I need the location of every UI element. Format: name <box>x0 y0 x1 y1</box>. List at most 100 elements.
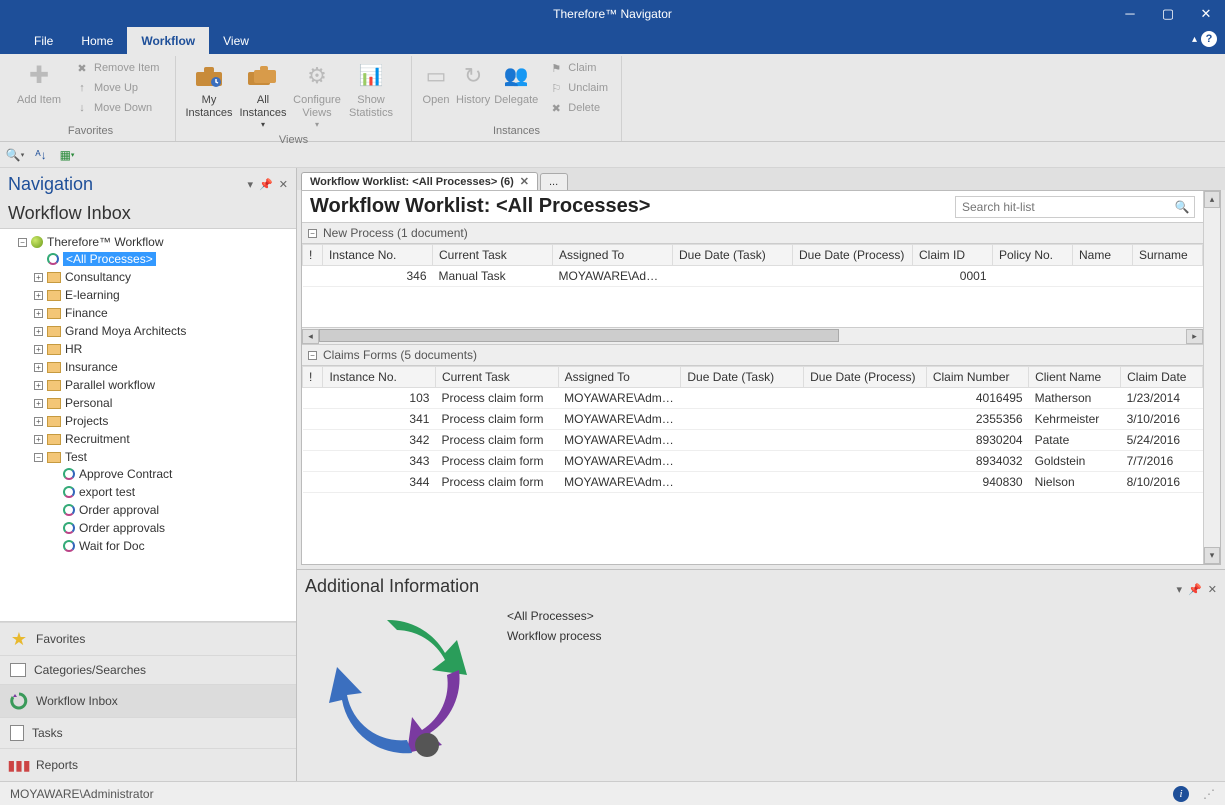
history-button[interactable]: ↻ History <box>454 58 492 109</box>
pin-icon[interactable]: 📌 <box>1188 583 1202 596</box>
column-header[interactable]: Due Date (Task) <box>681 367 804 388</box>
search-icon[interactable]: 🔍 <box>1170 200 1194 214</box>
filter-icon[interactable]: ᴬ↓ <box>32 146 50 164</box>
expand-icon[interactable]: + <box>34 399 43 408</box>
pane-dropdown-icon[interactable]: ▾ <box>1177 583 1183 596</box>
scroll-up-icon[interactable]: ▴ <box>1204 191 1220 208</box>
document-tab-overflow[interactable]: ... <box>540 173 568 190</box>
move-down-button[interactable]: ↓Move Down <box>70 98 163 118</box>
scroll-down-icon[interactable]: ▾ <box>1204 547 1220 564</box>
table-row[interactable]: 344Process claim formMOYAWARE\Admini...9… <box>303 472 1203 493</box>
collapse-icon[interactable]: − <box>18 238 27 247</box>
close-pane-icon[interactable]: ✕ <box>1208 583 1217 596</box>
column-header[interactable]: Current Task <box>433 245 553 266</box>
tree-workflow[interactable]: Order approval <box>48 502 296 518</box>
horizontal-scrollbar[interactable]: ◂ ▸ <box>302 327 1203 344</box>
search-input[interactable] <box>956 200 1170 214</box>
column-header[interactable]: Name <box>1073 245 1133 266</box>
tree-folder[interactable]: +Personal <box>32 395 296 411</box>
pane-dropdown-icon[interactable]: ▾ <box>248 178 254 191</box>
search-box[interactable]: 🔍 <box>955 196 1195 218</box>
open-button[interactable]: ▭ Open <box>418 58 454 109</box>
menu-home[interactable]: Home <box>67 27 127 54</box>
group-new-process[interactable]: −New Process (1 document) <box>302 222 1203 244</box>
add-item-button[interactable]: ✚ Add Item <box>12 58 66 109</box>
table-row[interactable]: 103Process claim formMOYAWARE\Admini...4… <box>303 388 1203 409</box>
collapse-icon[interactable]: − <box>308 229 317 238</box>
ribbon-collapse-help[interactable]: ▴ ? <box>1192 31 1217 47</box>
remove-item-button[interactable]: ✖Remove Item <box>70 58 163 78</box>
tree-all-processes[interactable]: <All Processes> <box>32 251 296 267</box>
close-button[interactable]: ✕ <box>1187 0 1225 27</box>
grid-new-process[interactable]: !Instance No.Current TaskAssigned ToDue … <box>302 244 1203 287</box>
maximize-button[interactable]: ▢ <box>1149 0 1187 27</box>
column-header[interactable]: Claim Number <box>926 367 1028 388</box>
tree-folder[interactable]: +Recruitment <box>32 431 296 447</box>
column-header[interactable]: Client Name <box>1029 367 1121 388</box>
nav-favorites[interactable]: ★Favorites <box>0 622 296 655</box>
column-header[interactable]: Claim ID <box>913 245 993 266</box>
info-icon[interactable]: i <box>1173 786 1189 802</box>
column-header[interactable]: Assigned To <box>553 245 673 266</box>
table-row[interactable]: 346Manual TaskMOYAWARE\Admini...0001 <box>303 266 1203 287</box>
nav-reports[interactable]: ▮▮▮Reports <box>0 748 296 781</box>
menu-workflow[interactable]: Workflow <box>127 27 209 54</box>
help-icon[interactable]: ? <box>1201 31 1217 47</box>
export-icon[interactable]: ▦▾ <box>58 146 76 164</box>
column-header[interactable]: Instance No. <box>323 367 436 388</box>
scroll-left-icon[interactable]: ◂ <box>302 329 319 344</box>
tree-workflow[interactable]: Order approvals <box>48 520 296 536</box>
search-icon[interactable]: 🔍▾ <box>6 146 24 164</box>
expand-icon[interactable]: + <box>34 363 43 372</box>
column-header[interactable]: Due Date (Process) <box>793 245 913 266</box>
expand-icon[interactable]: + <box>34 273 43 282</box>
column-header[interactable]: Assigned To <box>558 367 681 388</box>
expand-icon[interactable]: + <box>34 291 43 300</box>
menu-file[interactable]: File <box>20 27 67 54</box>
close-pane-icon[interactable]: ✕ <box>279 178 288 191</box>
column-header[interactable]: Due Date (Process) <box>804 367 927 388</box>
expand-icon[interactable]: + <box>34 327 43 336</box>
nav-tasks[interactable]: Tasks <box>0 717 296 748</box>
tree-root[interactable]: − Therefore™ Workflow <box>16 234 296 250</box>
grid-claims-forms[interactable]: !Instance No.Current TaskAssigned ToDue … <box>302 366 1203 493</box>
tree-folder[interactable]: +HR <box>32 341 296 357</box>
column-header[interactable]: Surname <box>1133 245 1203 266</box>
minimize-button[interactable]: ─ <box>1111 0 1149 27</box>
column-header[interactable]: Claim Date <box>1121 367 1203 388</box>
tree-folder[interactable]: −Test <box>32 449 296 465</box>
table-row[interactable]: 343Process claim formMOYAWARE\Admini...8… <box>303 451 1203 472</box>
column-header[interactable]: ! <box>303 367 323 388</box>
collapse-icon[interactable]: − <box>308 351 317 360</box>
column-header[interactable]: Due Date (Task) <box>673 245 793 266</box>
column-header[interactable]: Instance No. <box>323 245 433 266</box>
close-tab-icon[interactable]: ✕ <box>520 175 529 188</box>
nav-categories[interactable]: Categories/Searches <box>0 655 296 684</box>
table-row[interactable]: 341Process claim formMOYAWARE\Admini...2… <box>303 409 1203 430</box>
show-statistics-button[interactable]: 📊 Show Statistics <box>344 58 398 122</box>
tree-folder[interactable]: +Consultancy <box>32 269 296 285</box>
expand-icon[interactable]: + <box>34 435 43 444</box>
expand-icon[interactable]: − <box>34 453 43 462</box>
unclaim-button[interactable]: ⚐Unclaim <box>544 78 612 98</box>
delegate-button[interactable]: 👥 Delegate <box>492 58 540 109</box>
move-up-button[interactable]: ↑Move Up <box>70 78 163 98</box>
document-tab[interactable]: Workflow Worklist: <All Processes> (6)✕ <box>301 172 538 190</box>
nav-tree[interactable]: − Therefore™ Workflow <All Processes> +C… <box>0 228 296 622</box>
pin-icon[interactable]: 📌 <box>259 178 273 191</box>
resize-grip-icon[interactable]: ⋰ <box>1203 787 1215 801</box>
my-instances-button[interactable]: My Instances <box>182 58 236 122</box>
tree-folder[interactable]: +Finance <box>32 305 296 321</box>
tree-folder[interactable]: +Grand Moya Architects <box>32 323 296 339</box>
nav-workflow-inbox[interactable]: Workflow Inbox <box>0 684 296 717</box>
vertical-scrollbar[interactable]: ▴ ▾ <box>1203 191 1220 564</box>
expand-icon[interactable]: + <box>34 381 43 390</box>
tree-folder[interactable]: +Insurance <box>32 359 296 375</box>
column-header[interactable]: Policy No. <box>993 245 1073 266</box>
expand-icon[interactable]: + <box>34 417 43 426</box>
table-row[interactable]: 342Process claim formMOYAWARE\Admini...8… <box>303 430 1203 451</box>
tree-folder[interactable]: +E-learning <box>32 287 296 303</box>
menu-view[interactable]: View <box>209 27 263 54</box>
expand-icon[interactable]: + <box>34 309 43 318</box>
tree-workflow[interactable]: export test <box>48 484 296 500</box>
